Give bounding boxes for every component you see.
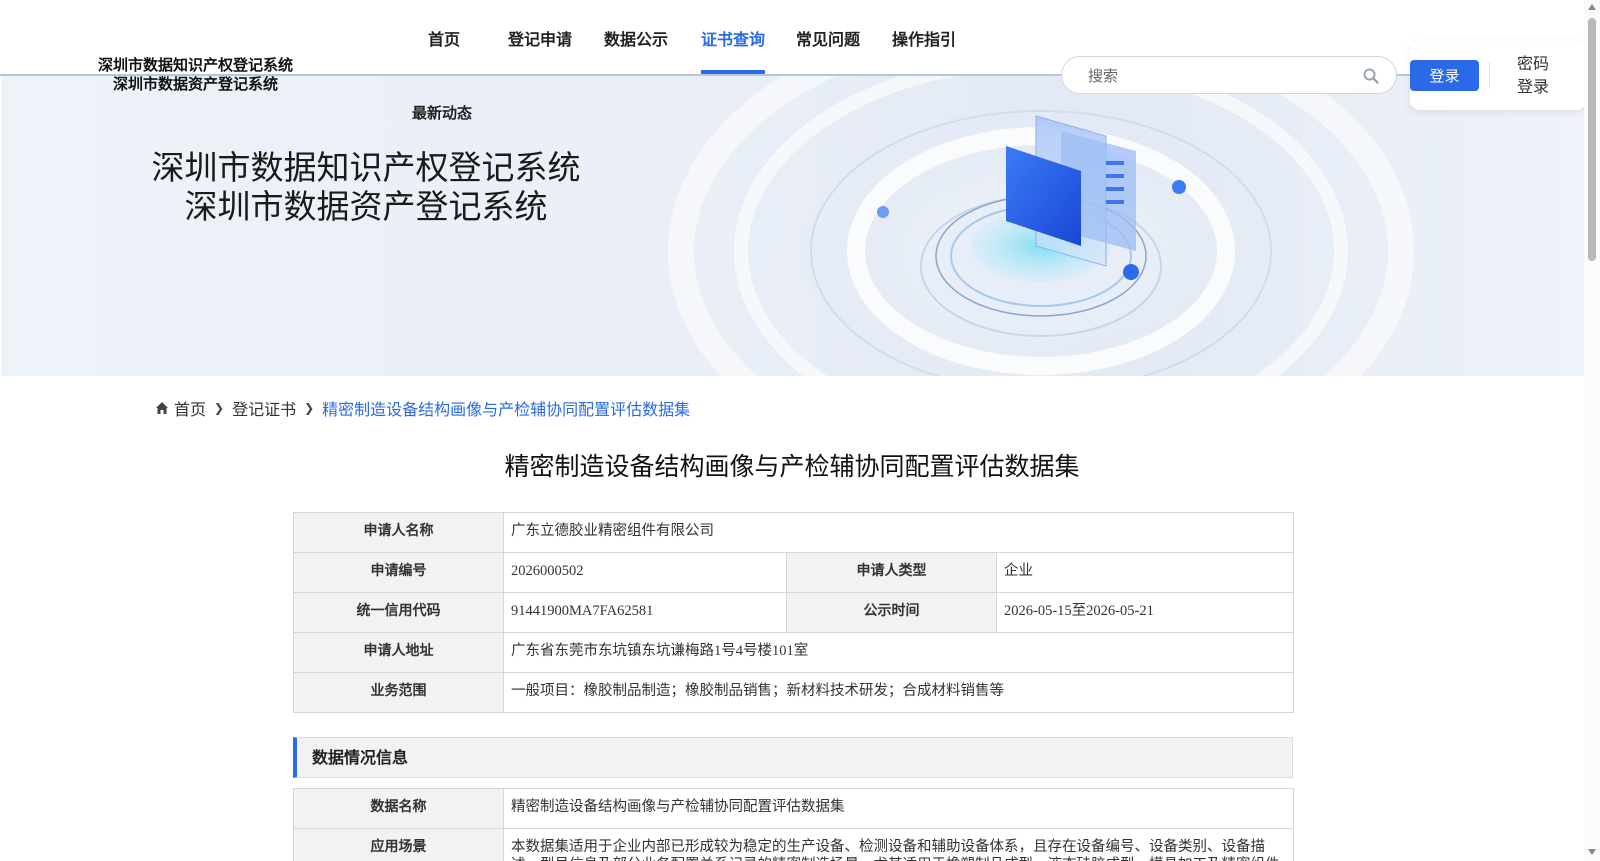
scrollbar-thumb[interactable] xyxy=(1588,18,1596,261)
publicity-time-value: 2026-05-15至2026-05-21 xyxy=(995,592,1295,633)
nav-active-indicator xyxy=(701,70,765,74)
table-row: 数据名称 精密制造设备结构画像与产检辅协同配置评估数据集 xyxy=(293,788,1294,829)
table-row: 业务范围 一般项目：橡胶制品制造；橡胶制品销售；新材料技术研发；合成材料销售等 xyxy=(293,672,1295,713)
nav-register-apply[interactable]: 登记申请 xyxy=(508,26,572,50)
business-scope-label: 业务范围 xyxy=(293,672,504,713)
chevron-right-icon: ❯ xyxy=(214,401,225,415)
business-scope-value: 一般项目：橡胶制品制造；橡胶制品销售；新材料技术研发；合成材料销售等 xyxy=(502,672,1295,713)
breadcrumb-home[interactable]: 首页 xyxy=(174,396,206,420)
scenario-value: 本数据集适用于企业内部已形成较为稳定的生产设备、检测设备和辅助设备体系，且存在设… xyxy=(503,828,1294,861)
site-name-line2: 深圳市数据资产登记系统 xyxy=(112,75,278,93)
login-divider xyxy=(1489,62,1490,89)
nav-certificate-query[interactable]: 证书查询 xyxy=(701,26,765,50)
data-name-value: 精密制造设备结构画像与产检辅协同配置评估数据集 xyxy=(503,788,1294,829)
site-logo-text[interactable]: 深圳市数据知识产权登记系统 深圳市数据资产登记系统 xyxy=(93,56,298,94)
nav-home[interactable]: 首页 xyxy=(428,26,460,50)
table-row: 统一信用代码 91441900MA7FA62581 公示时间 2026-05-1… xyxy=(293,592,1295,633)
applicant-name-label: 申请人名称 xyxy=(293,512,504,553)
nav-guide[interactable]: 操作指引 xyxy=(892,26,956,50)
application-no-label: 申请编号 xyxy=(293,552,504,593)
applicant-name-value: 广东立德胶业精密组件有限公司 xyxy=(502,512,1295,553)
applicant-type-label: 申请人类型 xyxy=(786,552,997,593)
table-row: 申请人名称 广东立德胶业精密组件有限公司 xyxy=(293,512,1295,553)
nav-faq[interactable]: 常见问题 xyxy=(796,26,860,50)
search-icon[interactable] xyxy=(1362,67,1380,85)
page-viewport: 深圳市数据知识产权登记系统 深圳市数据资产登记系统 深圳市数据知识产权登记系统 … xyxy=(0,0,1584,861)
site-name-line1: 深圳市数据知识产权登记系统 xyxy=(97,56,293,74)
applicant-type-value: 企业 xyxy=(995,552,1295,593)
applicant-address-label: 申请人地址 xyxy=(293,632,504,673)
banner-title: 深圳市数据知识产权登记系统 深圳市数据资产登记系统 xyxy=(151,148,581,226)
table-row: 申请编号 2026000502 申请人类型 企业 xyxy=(293,552,1295,593)
credit-code-value: 91441900MA7FA62581 xyxy=(503,592,787,633)
applicant-info-table: 申请人名称 广东立德胶业精密组件有限公司 申请编号 2026000502 申请人… xyxy=(293,512,1295,713)
table-row: 申请人地址 广东省东莞市东坑镇东坑谦梅路1号4号楼101室 xyxy=(293,632,1295,673)
data-info-section-heading: 数据情况信息 xyxy=(293,737,1293,778)
banner-title-line2: 深圳市数据资产登记系统 xyxy=(184,187,548,226)
scroll-up-arrow-icon[interactable] xyxy=(1588,4,1596,10)
application-no-value: 2026000502 xyxy=(503,552,787,593)
credit-code-label: 统一信用代码 xyxy=(293,592,504,633)
password-login-link[interactable]: 密码登录 xyxy=(1514,52,1552,98)
banner-illustration xyxy=(668,76,1414,376)
scenario-label: 应用场景 xyxy=(293,828,504,861)
search-input[interactable] xyxy=(1086,65,1360,87)
breadcrumb-certificates[interactable]: 登记证书 xyxy=(232,396,296,420)
publicity-time-label: 公示时间 xyxy=(786,592,997,633)
login-button[interactable]: 登录 xyxy=(1410,60,1479,91)
breadcrumb-current: 精密制造设备结构画像与产检辅协同配置评估数据集 xyxy=(322,400,691,419)
table-row: 应用场景 本数据集适用于企业内部已形成较为稳定的生产设备、检测设备和辅助设备体系… xyxy=(293,828,1294,861)
chevron-right-icon: ❯ xyxy=(304,401,315,415)
home-icon xyxy=(156,402,168,414)
search-box xyxy=(1061,56,1397,94)
scroll-down-arrow-icon[interactable] xyxy=(1588,849,1596,855)
banner-title-line1: 深圳市数据知识产权登记系统 xyxy=(151,148,581,187)
data-info-table: 数据名称 精密制造设备结构画像与产检辅协同配置评估数据集 应用场景 本数据集适用… xyxy=(293,788,1294,861)
nav-data-publicity[interactable]: 数据公示 xyxy=(604,26,668,50)
breadcrumb: 首页 ❯ 登记证书 ❯ 精密制造设备结构画像与产检辅协同配置评估数据集 xyxy=(155,396,690,420)
hero-banner: 深圳市数据知识产权登记系统 深圳市数据资产登记系统 xyxy=(1,76,1584,376)
data-name-label: 数据名称 xyxy=(293,788,504,829)
page-scrollbar[interactable] xyxy=(1584,0,1600,861)
applicant-address-value: 广东省东莞市东坑镇东坑谦梅路1号4号楼101室 xyxy=(502,632,1295,673)
page-title: 精密制造设备结构画像与产检辅协同配置评估数据集 xyxy=(504,452,1080,481)
nav-latest-news[interactable]: 最新动态 xyxy=(412,102,472,123)
